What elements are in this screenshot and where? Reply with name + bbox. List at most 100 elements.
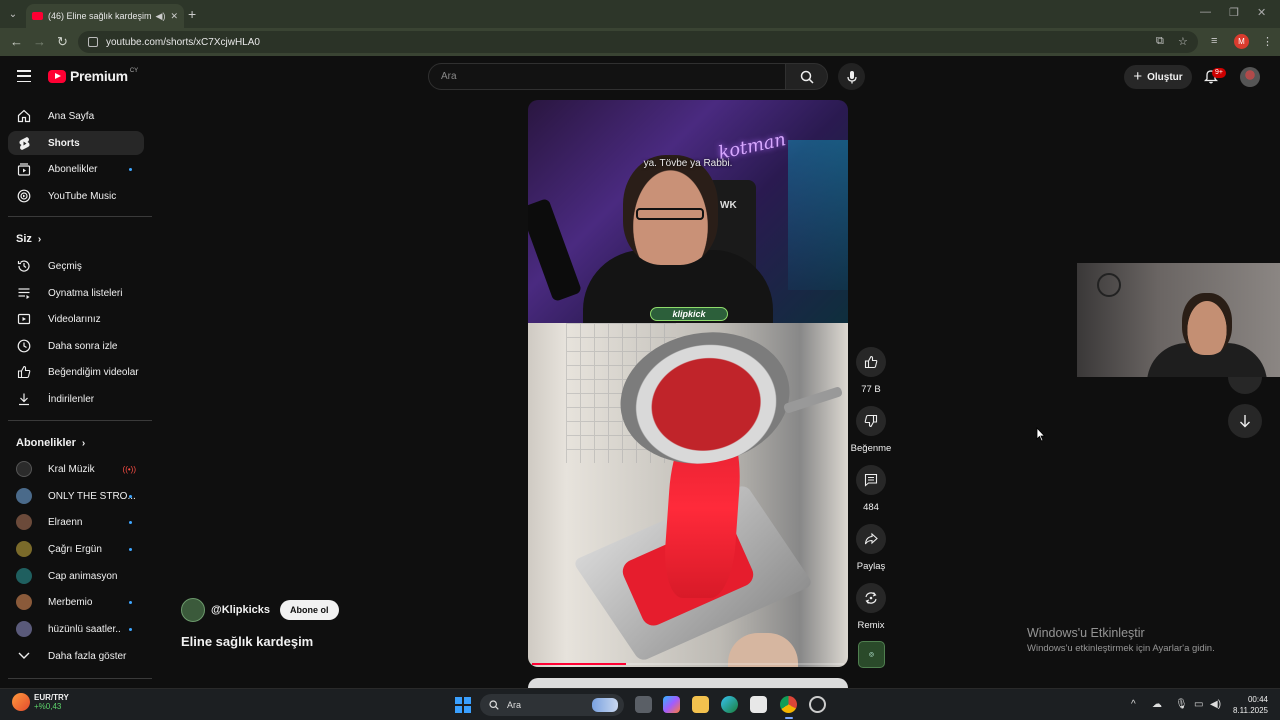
hand [728, 633, 798, 667]
taskbar-clock[interactable]: 00:44 8.11.2025 [1230, 694, 1268, 716]
voice-search-button[interactable] [838, 63, 865, 90]
tray-chevron-up-icon[interactable]: ^ [1131, 699, 1136, 710]
sidebar-channel-only-the-strong[interactable]: ONLY THE STRO... [8, 484, 144, 508]
plus-icon: + [1133, 68, 1143, 85]
channel-avatar [16, 621, 32, 637]
clock-time: 00:44 [1247, 695, 1268, 704]
tab-search-icon[interactable]: ⌄ [4, 5, 22, 23]
app-with-notification-icon[interactable] [809, 696, 826, 713]
sidebar-item-playlists[interactable]: Oynatma listeleri [8, 281, 144, 305]
onedrive-cloud-icon[interactable]: ☁ [1152, 699, 1162, 710]
browser-tab[interactable]: (46) Eline sağlık kardeşim - ◀) ✕ [26, 4, 184, 28]
taskbar-search[interactable]: Ara [480, 694, 624, 716]
share-button[interactable] [856, 524, 886, 554]
install-app-icon[interactable]: ⧉ [1156, 35, 1164, 48]
back-icon[interactable]: ← [10, 34, 23, 49]
bookmark-star-icon[interactable]: ☆ [1178, 35, 1188, 48]
file-explorer-icon[interactable] [692, 696, 709, 713]
comments-button[interactable] [856, 465, 886, 495]
tab-audio-icon[interactable]: ◀) [156, 11, 166, 22]
sidebar-item-your-videos[interactable]: Videolarınız [8, 307, 144, 331]
windows-start-icon[interactable] [455, 697, 471, 713]
sidebar-item-label: Geçmiş [48, 260, 82, 272]
reload-icon[interactable]: ↻ [57, 34, 68, 50]
shorts-video-player[interactable]: kotman WK ya. Tövbe ya Rabbi. klipkick [528, 100, 848, 667]
sidebar-channel-huzunlu-saatler[interactable]: hüzünlü saatler.. [8, 617, 144, 641]
dislike-action[interactable]: Beğenme [851, 406, 891, 454]
site-info-icon[interactable] [88, 37, 98, 47]
activation-title: Windows'u Etkinleştir [1027, 626, 1145, 640]
address-bar[interactable]: youtube.com/shorts/xC7XcjwHLA0 [78, 31, 1198, 53]
sidebar-item-history[interactable]: Geçmiş [8, 254, 144, 278]
sidebar-item-watch-later[interactable]: Daha sonra izle [8, 334, 144, 358]
live-indicator-icon: ((•)) [122, 464, 136, 474]
sidebar-item-home[interactable]: Ana Sayfa [8, 104, 144, 128]
volume-icon[interactable]: ◀) [1210, 699, 1221, 710]
forward-icon[interactable]: → [33, 34, 46, 49]
channel-handle[interactable]: @Klipkicks [211, 604, 270, 616]
subscriptions-icon [16, 161, 32, 177]
next-short-button[interactable] [1228, 404, 1262, 438]
sound-channel-thumbnail[interactable]: ◎ [858, 641, 885, 668]
search-button[interactable] [786, 63, 828, 90]
channel-avatar[interactable] [181, 598, 205, 622]
remix-button[interactable] [856, 583, 886, 613]
browser-menu-icon[interactable]: ⋮ [1262, 35, 1273, 48]
sidebar-you-header[interactable]: Siz › [16, 233, 41, 245]
sidebar-channel-cap-animasyon[interactable]: Cap animasyon [8, 564, 144, 588]
network-icon[interactable]: ▭ [1194, 699, 1203, 710]
channel-avatar [16, 461, 32, 477]
new-content-dot [129, 167, 132, 171]
sidebar-channel-cagri-ergun[interactable]: Çağrı Ergün [8, 537, 144, 561]
sidebar-item-liked-videos[interactable]: Beğendiğim videolar [8, 360, 144, 384]
new-tab-button[interactable]: + [188, 6, 196, 22]
menu-icon[interactable] [17, 70, 31, 82]
like-button[interactable] [856, 347, 886, 377]
sidebar-channel-merbemio[interactable]: Merbemio [8, 590, 144, 614]
mouse-cursor-icon [1036, 427, 1046, 442]
sidebar-item-youtube-music[interactable]: YouTube Music [8, 184, 144, 208]
comments-action[interactable]: 484 [851, 465, 891, 513]
next-short-preview[interactable] [528, 678, 848, 688]
account-avatar[interactable] [1240, 67, 1260, 87]
search-highlight-icon [592, 698, 618, 712]
remix-action[interactable]: Remix [851, 583, 891, 631]
chevron-right-icon: › [81, 437, 86, 449]
sidebar-item-subscriptions[interactable]: Abonelikler [8, 157, 144, 181]
media-control-icon[interactable]: ≡ [1211, 35, 1217, 47]
task-view-icon[interactable] [635, 696, 652, 713]
tray-mic-icon[interactable]: 🎙 [1175, 699, 1188, 710]
chrome-icon[interactable] [780, 696, 797, 719]
sidebar-subscriptions-header[interactable]: Abonelikler › [16, 437, 85, 449]
music-icon [16, 188, 32, 204]
video-progress-bar[interactable] [532, 663, 844, 665]
store-icon[interactable] [750, 696, 767, 713]
dislike-button[interactable] [856, 406, 886, 436]
create-button[interactable]: + Oluştur [1124, 65, 1192, 89]
subscribe-button[interactable]: Abone ol [280, 600, 339, 620]
sidebar-show-more[interactable]: Daha fazla göster [8, 644, 144, 668]
like-action[interactable]: 77 B [851, 347, 891, 395]
sidebar-channel-kral-muzik[interactable]: Kral Müzik ((•)) [8, 457, 144, 481]
profile-avatar[interactable]: M [1234, 34, 1249, 49]
share-action[interactable]: Paylaş [851, 524, 891, 572]
logo-text: Premium [70, 68, 128, 84]
sidebar-item-shorts[interactable]: Shorts [8, 131, 144, 155]
search-input[interactable]: Ara [428, 63, 786, 90]
youtube-logo[interactable]: Premium CY [48, 68, 138, 84]
sidebar-channel-elraenn[interactable]: Elraenn [8, 510, 144, 534]
copilot-icon[interactable] [663, 696, 680, 713]
minimize-icon[interactable]: — [1200, 6, 1211, 18]
browser-tab-bar: ⌄ (46) Eline sağlık kardeşim - ◀) ✕ + — … [0, 0, 1280, 28]
chevron-right-icon: › [37, 233, 42, 245]
microphone-arm [528, 197, 583, 303]
edge-icon[interactable] [721, 696, 738, 713]
window-close-icon[interactable]: ✕ [1257, 6, 1266, 19]
arrow-down-icon [1240, 415, 1250, 428]
stock-widget[interactable]: EUR/TRY +%0,43 [12, 693, 69, 711]
show-more-label: Daha fazla göster [48, 650, 127, 662]
sidebar-item-label: Oynatma listeleri [48, 287, 123, 299]
tab-close-icon[interactable]: ✕ [170, 11, 178, 22]
sidebar-item-downloads[interactable]: İndirilenler [8, 387, 144, 411]
maximize-icon[interactable]: ❐ [1229, 6, 1239, 19]
